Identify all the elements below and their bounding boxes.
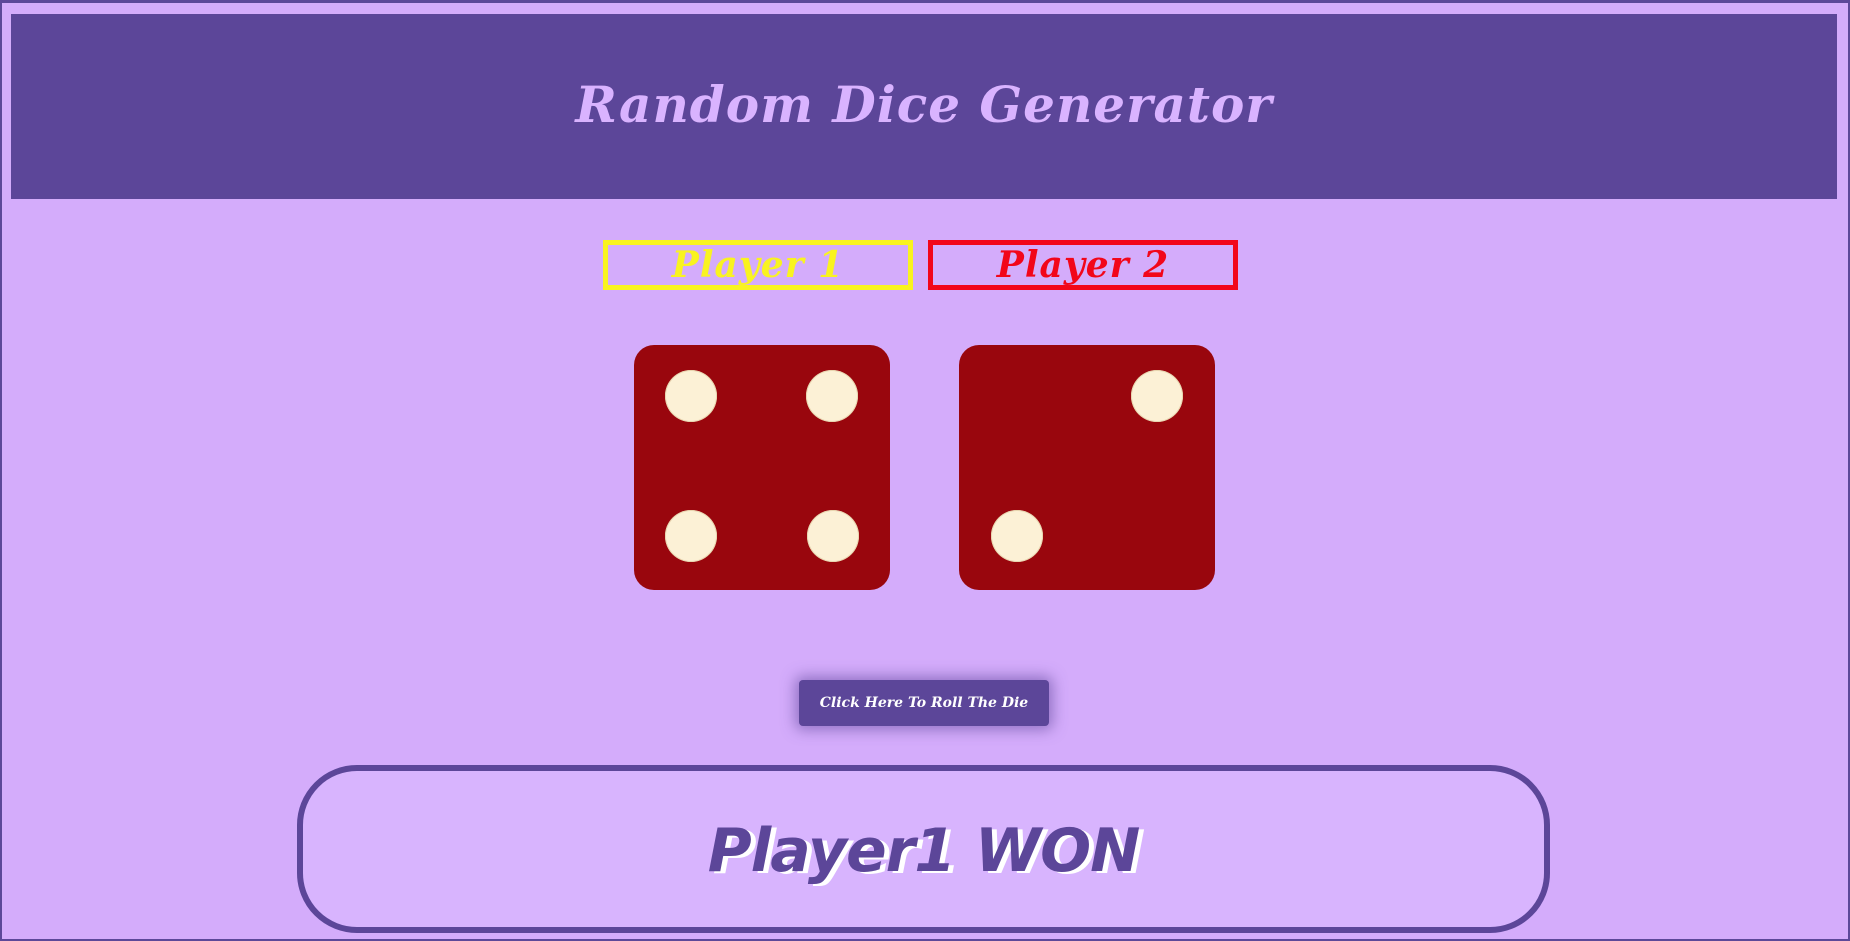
player-2-label: Player 2 [928, 240, 1238, 290]
die-pip [806, 370, 858, 422]
player-1-label: Player 1 [603, 240, 913, 290]
die-pip [665, 510, 717, 562]
page-header: Random Dice Generator [11, 14, 1837, 199]
page-title: Random Dice Generator [575, 75, 1273, 134]
die-pip [1131, 370, 1183, 422]
player-1-die [634, 345, 890, 590]
die-pip [665, 370, 717, 422]
roll-dice-button[interactable]: Click Here To Roll The Die [799, 680, 1049, 726]
result-text: Player1 WON [707, 816, 1141, 886]
die-pip [991, 510, 1043, 562]
player-2-die [959, 345, 1215, 590]
result-panel: Player1 WON [297, 765, 1550, 933]
die-pip [807, 510, 859, 562]
